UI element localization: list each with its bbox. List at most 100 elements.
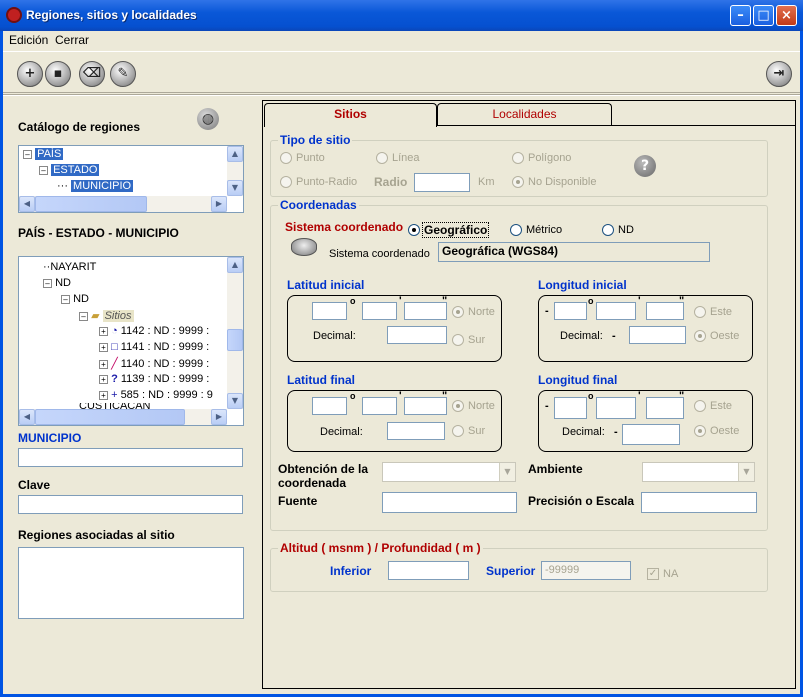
menu-cerrar[interactable]: Cerrar (55, 33, 89, 47)
horizontal-scrollbar[interactable]: ◀ ▶ (19, 196, 227, 212)
vertical-scrollbar[interactable]: ▲ ▼ (227, 146, 243, 196)
site-item[interactable]: 1140 : ND : 9999 : (121, 358, 209, 370)
collapse-icon[interactable]: – (79, 311, 88, 321)
municipio-field[interactable] (18, 448, 243, 467)
expand-icon[interactable]: + (99, 374, 108, 384)
oeste-radio[interactable] (694, 330, 706, 342)
tree-node-nd[interactable]: ND (55, 277, 71, 289)
help-icon[interactable]: ? (634, 155, 656, 177)
scroll-down-icon[interactable]: ▼ (227, 393, 243, 409)
no-disponible-radio[interactable] (512, 176, 524, 188)
geografico-radio[interactable] (408, 224, 420, 236)
scroll-thumb[interactable] (227, 329, 243, 351)
na-checkbox[interactable]: ✓ (647, 568, 659, 580)
maximize-button[interactable]: □ (753, 5, 774, 26)
tree-node-estado[interactable]: ESTADO (51, 164, 100, 176)
clave-field[interactable] (18, 495, 243, 514)
scroll-thumb[interactable] (35, 409, 185, 425)
catalog-label: Catálogo de regiones (18, 120, 141, 134)
menu-edicion[interactable]: Edición (9, 33, 48, 47)
expand-icon[interactable]: + (99, 359, 108, 369)
scroll-left-icon[interactable]: ◀ (19, 409, 35, 425)
tree-node-sitios[interactable]: Sitios (102, 310, 134, 322)
lon-ini-min-field[interactable] (596, 302, 636, 320)
lon-fin-decimal-field[interactable] (622, 424, 680, 445)
eraser-icon[interactable]: ⌫ (79, 61, 105, 87)
lat-fin-min-field[interactable] (362, 397, 397, 415)
site-item[interactable]: 1142 : ND : 9999 : (121, 325, 209, 337)
expand-icon[interactable]: + (99, 390, 108, 400)
scroll-right-icon[interactable]: ▶ (211, 409, 227, 425)
globe-icon[interactable]: ◍ (197, 108, 219, 130)
exit-icon[interactable]: ⇥ (766, 61, 792, 87)
tree-node-nd-child[interactable]: ND (73, 293, 89, 305)
ambiente-select[interactable]: ▼ (642, 462, 755, 482)
scroll-down-icon[interactable]: ▼ (227, 180, 243, 196)
este-radio[interactable] (694, 306, 706, 318)
tab-localidades[interactable]: Localidades (437, 103, 612, 125)
tree-node-nayarit[interactable]: NAYARIT (50, 261, 96, 273)
punto-radio-radio[interactable] (280, 176, 292, 188)
norte-radio[interactable] (452, 400, 464, 412)
expand-icon[interactable]: + (99, 342, 108, 352)
inferior-field[interactable] (388, 561, 469, 580)
metrico-radio[interactable] (510, 224, 522, 236)
vertical-scrollbar[interactable]: ▲ ▼ (227, 257, 243, 409)
lat-ini-deg-field[interactable] (312, 302, 347, 320)
point-icon: + (111, 389, 118, 401)
lat-ini-decimal-field[interactable] (387, 326, 447, 344)
tree-node-municipio[interactable]: MUNICIPIO (71, 180, 134, 192)
lat-fin-decimal-field[interactable] (387, 422, 445, 440)
collapse-icon[interactable]: – (61, 294, 70, 304)
close-button[interactable]: × (776, 5, 797, 26)
horizontal-scrollbar[interactable]: ◀ ▶ (19, 409, 227, 425)
fuente-field[interactable] (382, 492, 517, 513)
expand-icon[interactable]: + (99, 326, 108, 336)
save-icon[interactable]: ▪ (45, 61, 71, 87)
oeste-radio[interactable] (694, 425, 706, 437)
punto-radio[interactable] (280, 152, 292, 164)
region-tree[interactable]: ··NAYARIT – ND – ND – ▰ Sitios + ◔ 1142 … (18, 256, 244, 426)
lat-fin-deg-field[interactable] (312, 397, 347, 415)
new-record-icon[interactable]: + (17, 61, 43, 87)
sur-radio[interactable] (452, 334, 464, 346)
superior-field[interactable]: -99999 (541, 561, 631, 580)
poligono-radio[interactable] (512, 152, 524, 164)
tree-node-pais[interactable]: PAÍS (35, 148, 64, 160)
lat-ini-sec-field[interactable] (404, 302, 447, 320)
chevron-down-icon[interactable]: ▼ (499, 463, 515, 481)
scroll-left-icon[interactable]: ◀ (19, 196, 35, 212)
minimize-button[interactable]: – (730, 5, 751, 26)
este-radio[interactable] (694, 400, 706, 412)
site-item[interactable]: 1141 : ND : 9999 : (121, 341, 209, 353)
norte-radio[interactable] (452, 306, 464, 318)
collapse-icon[interactable]: – (39, 165, 48, 175)
catalog-tree[interactable]: – PAÍS – ESTADO ··· MUNICIPIO ▲ ▼ ◀ ▶ (18, 145, 244, 213)
site-item[interactable]: 1139 : ND : 9999 : (121, 373, 209, 385)
regiones-list[interactable] (18, 547, 244, 619)
nd-radio[interactable] (602, 224, 614, 236)
sur-radio[interactable] (452, 425, 464, 437)
edit-icon[interactable]: ✎ (110, 61, 136, 87)
scroll-thumb[interactable] (35, 196, 147, 212)
scroll-up-icon[interactable]: ▲ (227, 257, 243, 273)
linea-radio[interactable] (376, 152, 388, 164)
chevron-down-icon[interactable]: ▼ (738, 463, 754, 481)
lat-ini-min-field[interactable] (362, 302, 397, 320)
title-bar[interactable]: Regiones, sitios y localidades – □ × (0, 0, 803, 31)
lon-fin-deg-field[interactable] (554, 397, 587, 419)
lon-ini-deg-field[interactable] (554, 302, 587, 320)
folder-icon: ▰ (91, 310, 100, 322)
obtencion-select[interactable]: ▼ (382, 462, 516, 482)
radio-field[interactable] (414, 173, 470, 192)
collapse-icon[interactable]: – (43, 278, 52, 288)
lon-fin-min-field[interactable] (596, 397, 636, 419)
tab-sitios[interactable]: Sitios (264, 103, 437, 127)
scroll-up-icon[interactable]: ▲ (227, 146, 243, 162)
precision-field[interactable] (641, 492, 757, 513)
site-item[interactable]: 585 : ND : 9999 : 9 (121, 389, 213, 401)
lon-ini-decimal-field[interactable] (629, 326, 686, 344)
collapse-icon[interactable]: – (23, 149, 32, 159)
lat-fin-sec-field[interactable] (404, 397, 447, 415)
scroll-right-icon[interactable]: ▶ (211, 196, 227, 212)
